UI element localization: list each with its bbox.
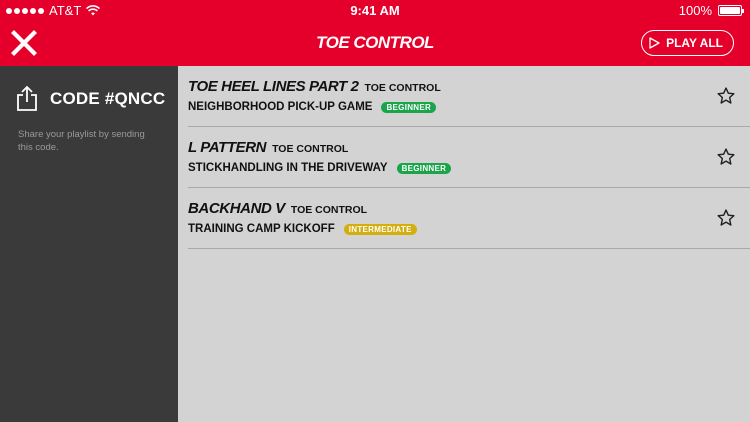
battery-icon — [718, 5, 744, 16]
clock: 9:41 AM — [350, 3, 400, 18]
close-icon[interactable] — [10, 29, 38, 57]
nav-bar: TOE CONTROL PLAY ALL — [0, 20, 750, 66]
drill-name: L PATTERN — [188, 139, 267, 156]
star-icon[interactable] — [716, 86, 736, 106]
play-all-button[interactable]: PLAY ALL — [641, 30, 734, 56]
drill-category: TOE CONTROL — [272, 143, 349, 155]
star-icon[interactable] — [716, 208, 736, 228]
drill-program: TRAINING CAMP KICKOFF — [188, 223, 335, 235]
share-icon — [17, 86, 37, 111]
battery-percent: 100% — [678, 3, 712, 18]
status-bar: AT&T 9:41 AM 100% — [0, 0, 750, 20]
status-right: 100% — [678, 3, 744, 18]
drill-category: TOE CONTROL — [290, 204, 368, 216]
drill-name: TOE HEEL LINES PART 2 — [188, 78, 359, 95]
level-badge: BEGINNER — [381, 101, 437, 113]
drill-row[interactable]: TOE HEEL LINES PART 2 TOE CONTROL NEIGHB… — [188, 66, 750, 127]
share-description: Share your playlist by sending this code… — [18, 129, 145, 153]
drill-row[interactable]: BACKHAND V TOE CONTROL TRAINING CAMP KIC… — [188, 188, 750, 249]
play-icon — [649, 37, 660, 49]
battery-fill — [720, 7, 740, 14]
playlist-code: CODE #QNCC — [50, 89, 166, 108]
star-icon[interactable] — [716, 147, 736, 167]
level-badge: INTERMEDIATE — [343, 223, 417, 235]
drill-program: STICKHANDLING IN THE DRIVEWAY — [188, 162, 388, 174]
drill-program: NEIGHBORHOOD PICK-UP GAME — [188, 101, 373, 113]
drill-category: TOE CONTROL — [364, 82, 441, 94]
play-all-label: PLAY ALL — [666, 36, 723, 50]
sidebar: CODE #QNCC Share your playlist by sendin… — [0, 66, 178, 422]
drill-row[interactable]: L PATTERN TOE CONTROL STICKHANDLING IN T… — [188, 127, 750, 188]
level-badge: BEGINNER — [396, 162, 452, 174]
page-title: TOE CONTROL — [316, 33, 434, 52]
drill-name: BACKHAND V — [188, 200, 285, 217]
drill-list: TOE HEEL LINES PART 2 TOE CONTROL NEIGHB… — [178, 66, 750, 249]
share-code-button[interactable]: CODE #QNCC — [16, 86, 165, 112]
